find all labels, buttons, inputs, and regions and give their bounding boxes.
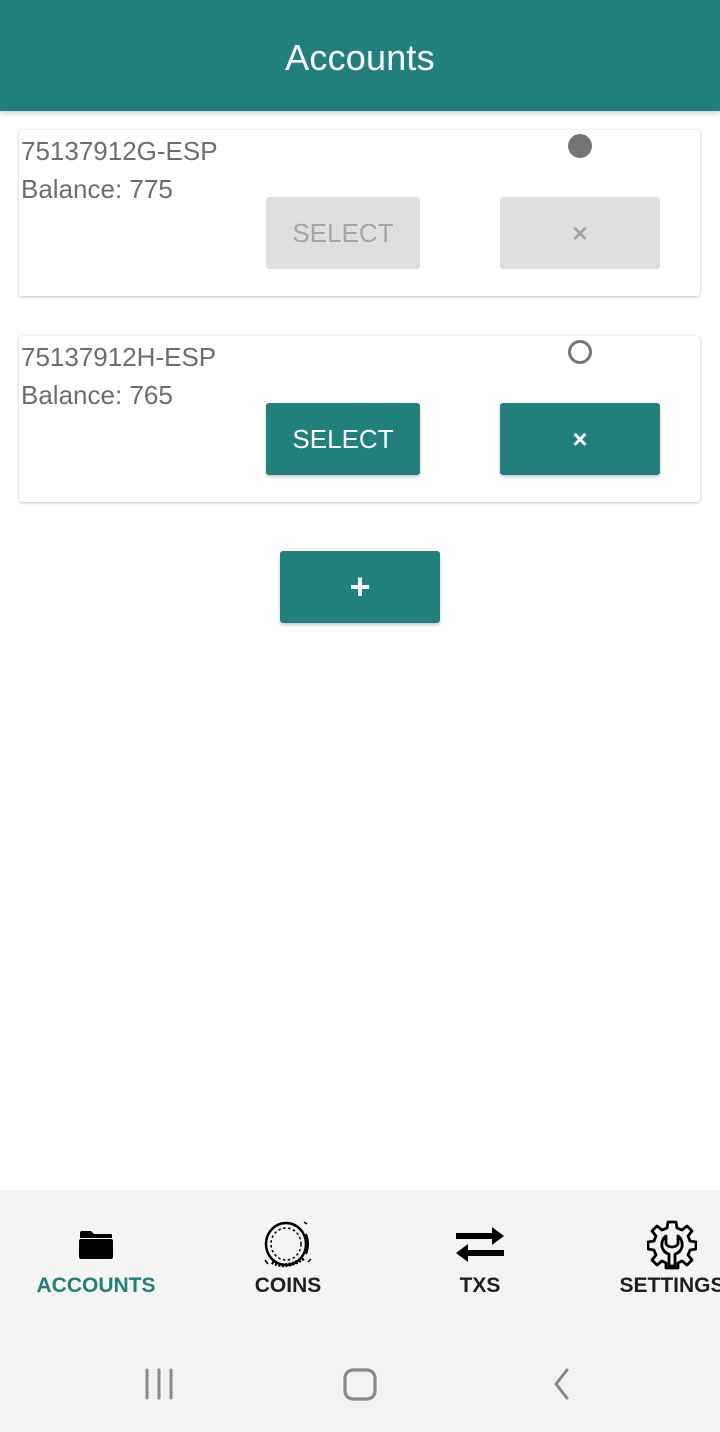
app-bar: Accounts xyxy=(0,0,720,111)
select-account-button[interactable]: SELECT xyxy=(266,403,420,475)
close-icon: × xyxy=(572,423,588,454)
nav-label: ACCOUNTS xyxy=(36,1274,156,1297)
home-icon[interactable] xyxy=(341,1366,381,1402)
add-account-button[interactable]: + xyxy=(280,551,440,623)
select-account-button[interactable]: SELECT xyxy=(266,197,420,269)
nav-label: TXS xyxy=(459,1274,501,1297)
folder-icon xyxy=(78,1220,114,1270)
delete-account-button[interactable]: × xyxy=(500,403,660,475)
unselected-radio[interactable] xyxy=(568,340,592,364)
selected-radio[interactable] xyxy=(568,134,592,158)
system-navigation-bar xyxy=(0,1336,720,1432)
plus-icon: + xyxy=(349,566,371,607)
nav-txs[interactable]: TXS xyxy=(390,1220,570,1300)
account-id: 75137912G-ESP xyxy=(21,136,218,166)
page-title: Accounts xyxy=(285,36,435,78)
back-icon[interactable] xyxy=(545,1366,585,1402)
nav-label: COINS xyxy=(254,1274,322,1297)
account-id: 75137912H-ESP xyxy=(21,342,217,372)
account-card: 75137912H-ESP Balance: 765 SELECT × xyxy=(19,336,700,502)
account-card: 75137912G-ESP Balance: 775 SELECT × xyxy=(19,130,700,296)
nav-accounts[interactable]: ACCOUNTS xyxy=(6,1220,186,1300)
nav-settings[interactable]: SETTINGS xyxy=(582,1220,720,1300)
close-icon: × xyxy=(572,217,588,248)
nav-coins[interactable]: COINS xyxy=(198,1220,378,1300)
delete-account-button[interactable]: × xyxy=(500,197,660,269)
gear-wrench-icon xyxy=(647,1220,697,1270)
transfer-arrows-icon xyxy=(454,1220,506,1270)
coin-icon xyxy=(262,1220,314,1270)
bottom-navigation: ACCOUNTS COINS TXS SETTINGS xyxy=(0,1190,720,1336)
account-balance: Balance: 775 xyxy=(21,174,173,204)
recent-apps-icon[interactable] xyxy=(140,1366,180,1402)
nav-label: SETTINGS xyxy=(619,1274,720,1297)
account-balance: Balance: 765 xyxy=(21,380,173,410)
